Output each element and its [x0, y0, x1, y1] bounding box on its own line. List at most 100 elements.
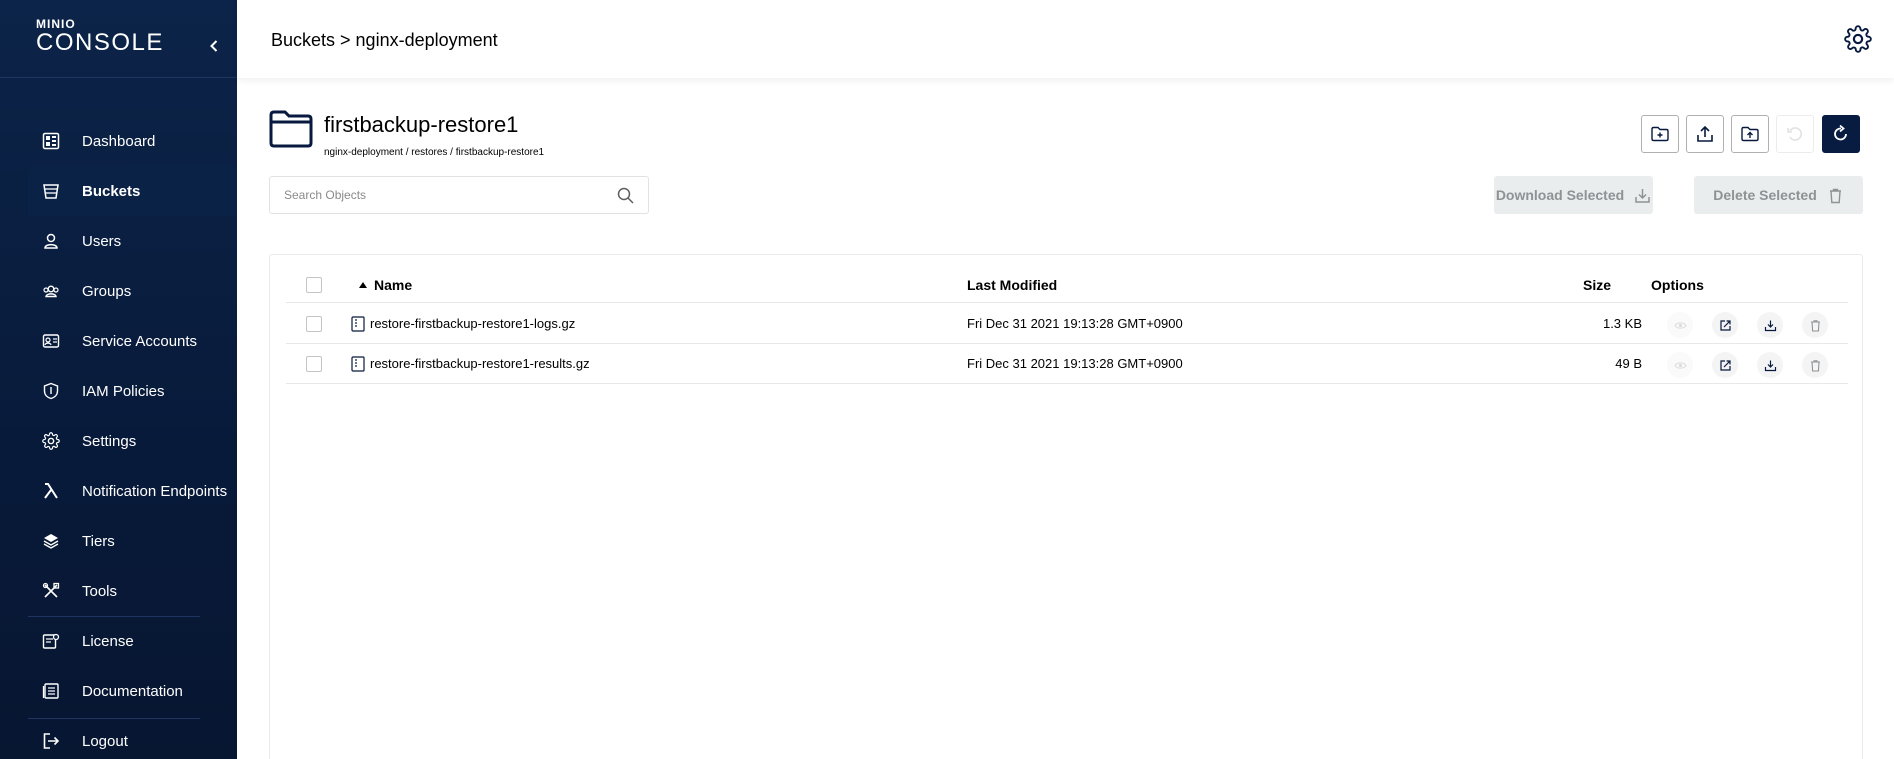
- tools-icon: [42, 582, 60, 600]
- objects-table: Name Last Modified Size Options restore-…: [269, 254, 1863, 759]
- row-checkbox[interactable]: [306, 316, 322, 332]
- sidebar-item-logout[interactable]: Logout: [28, 716, 237, 759]
- download-selected-label: Download Selected: [1495, 187, 1625, 203]
- shield-icon: [42, 382, 60, 400]
- eye-icon: [1673, 321, 1687, 329]
- rewind-icon: [1787, 127, 1802, 141]
- sidebar-item-label: Service Accounts: [82, 332, 198, 350]
- chevron-left-icon: [210, 40, 218, 52]
- sidebar-item-groups[interactable]: Groups: [28, 266, 237, 316]
- search-box: [269, 176, 649, 214]
- object-path: nginx-deployment / restores / firstbacku…: [324, 147, 545, 158]
- object-size: 1.3 KB: [1602, 316, 1642, 331]
- sidebar-item-label: Tools: [82, 582, 118, 600]
- trash-icon: [1810, 359, 1820, 372]
- add-folder-icon: [1651, 126, 1669, 142]
- download-icon: [1764, 360, 1776, 371]
- sidebar-item-service-accounts[interactable]: Service Accounts: [28, 316, 237, 366]
- sidebar-item-label: Settings: [82, 432, 137, 450]
- sidebar-item-label: Logout: [82, 732, 128, 750]
- sidebar-item-buckets[interactable]: Buckets: [28, 166, 237, 216]
- settings-button[interactable]: [1844, 25, 1872, 53]
- sidebar-item-label: Dashboard: [82, 132, 156, 150]
- share-icon: [1719, 359, 1731, 371]
- gear-icon: [42, 432, 60, 450]
- dashboard-icon: [42, 132, 60, 150]
- sidebar-nav: Dashboard Buckets Users Groups Service A…: [28, 116, 237, 759]
- minio-console-logo: MINIO CONSOLE: [36, 18, 164, 56]
- breadcrumb[interactable]: Buckets > nginx-deployment: [271, 30, 498, 51]
- download-icon: [1635, 188, 1650, 203]
- sidebar-item-iam-policies[interactable]: IAM Policies: [28, 366, 237, 416]
- service-account-icon: [42, 332, 60, 350]
- row-checkbox[interactable]: [306, 356, 322, 372]
- object-size: 49 B: [1615, 356, 1642, 371]
- gear-icon: [1844, 25, 1872, 53]
- license-icon: [42, 632, 60, 650]
- sidebar-divider: [28, 718, 200, 719]
- folder-icon: [269, 110, 313, 148]
- search-input[interactable]: [284, 177, 604, 213]
- search-icon[interactable]: [617, 187, 634, 204]
- preview-button[interactable]: [1667, 312, 1693, 338]
- file-icon: [351, 356, 365, 372]
- page-header: Buckets > nginx-deployment: [237, 0, 1894, 78]
- sidebar-item-settings[interactable]: Settings: [28, 416, 237, 466]
- download-selected-button[interactable]: Download Selected: [1494, 176, 1653, 214]
- preview-button[interactable]: [1667, 352, 1693, 378]
- table-header: Name Last Modified Size Options: [286, 265, 1848, 303]
- select-all-checkbox[interactable]: [306, 277, 322, 293]
- user-icon: [42, 232, 60, 250]
- column-header-size[interactable]: Size: [1583, 277, 1611, 293]
- sidebar-item-tiers[interactable]: Tiers: [28, 516, 237, 566]
- logout-icon: [42, 732, 60, 750]
- lambda-icon: [42, 482, 60, 500]
- upload-file-button[interactable]: [1686, 115, 1724, 153]
- column-header-options: Options: [1651, 277, 1704, 293]
- delete-button[interactable]: [1802, 312, 1828, 338]
- table-row[interactable]: restore-firstbackup-restore1-results.gz …: [286, 344, 1848, 384]
- trash-icon: [1829, 188, 1841, 203]
- delete-button[interactable]: [1802, 352, 1828, 378]
- object-last-modified: Fri Dec 31 2021 19:13:28 GMT+0900: [967, 356, 1183, 371]
- create-folder-button[interactable]: [1641, 115, 1679, 153]
- sidebar-item-label: License: [82, 632, 134, 650]
- collapse-sidebar-button[interactable]: [204, 36, 224, 56]
- sidebar-item-documentation[interactable]: Documentation: [28, 666, 237, 716]
- delete-selected-button[interactable]: Delete Selected: [1694, 176, 1863, 214]
- upload-folder-button[interactable]: [1731, 115, 1769, 153]
- rewind-button[interactable]: [1776, 115, 1814, 153]
- share-button[interactable]: [1712, 312, 1738, 338]
- logo-main-text: CONSOLE: [36, 29, 164, 56]
- sidebar-item-license[interactable]: License: [28, 616, 237, 666]
- download-icon: [1764, 320, 1776, 331]
- object-last-modified: Fri Dec 31 2021 19:13:28 GMT+0900: [967, 316, 1183, 331]
- download-button[interactable]: [1757, 312, 1783, 338]
- sidebar-item-dashboard[interactable]: Dashboard: [28, 116, 237, 166]
- sidebar-item-label: IAM Policies: [82, 382, 165, 400]
- sidebar-item-label: Notification Endpoints: [82, 482, 228, 500]
- table-row[interactable]: restore-firstbackup-restore1-logs.gz Fri…: [286, 304, 1848, 344]
- share-button[interactable]: [1712, 352, 1738, 378]
- column-header-name[interactable]: Name: [374, 277, 412, 293]
- share-icon: [1719, 319, 1731, 331]
- object-name: restore-firstbackup-restore1-results.gz: [370, 356, 590, 371]
- bucket-icon: [42, 182, 60, 200]
- documentation-icon: [42, 682, 60, 700]
- download-button[interactable]: [1757, 352, 1783, 378]
- refresh-button[interactable]: [1822, 115, 1860, 153]
- column-header-last-modified[interactable]: Last Modified: [967, 277, 1057, 293]
- trash-icon: [1810, 319, 1820, 332]
- sidebar-item-label: Groups: [82, 282, 132, 300]
- groups-icon: [42, 282, 60, 300]
- sidebar: MINIO CONSOLE Dashboard Buckets Users Gr…: [0, 0, 237, 759]
- sidebar-item-notification-endpoints[interactable]: Notification Endpoints: [28, 466, 237, 516]
- sidebar-item-label: Documentation: [82, 682, 183, 700]
- sidebar-item-label: Buckets: [82, 182, 141, 200]
- object-name: restore-firstbackup-restore1-logs.gz: [370, 316, 576, 331]
- page-title: firstbackup-restore1: [324, 112, 519, 137]
- sidebar-item-label: Users: [82, 232, 122, 250]
- sort-ascending-icon: [359, 282, 367, 288]
- sidebar-item-users[interactable]: Users: [28, 216, 237, 266]
- sidebar-item-tools[interactable]: Tools: [28, 566, 237, 616]
